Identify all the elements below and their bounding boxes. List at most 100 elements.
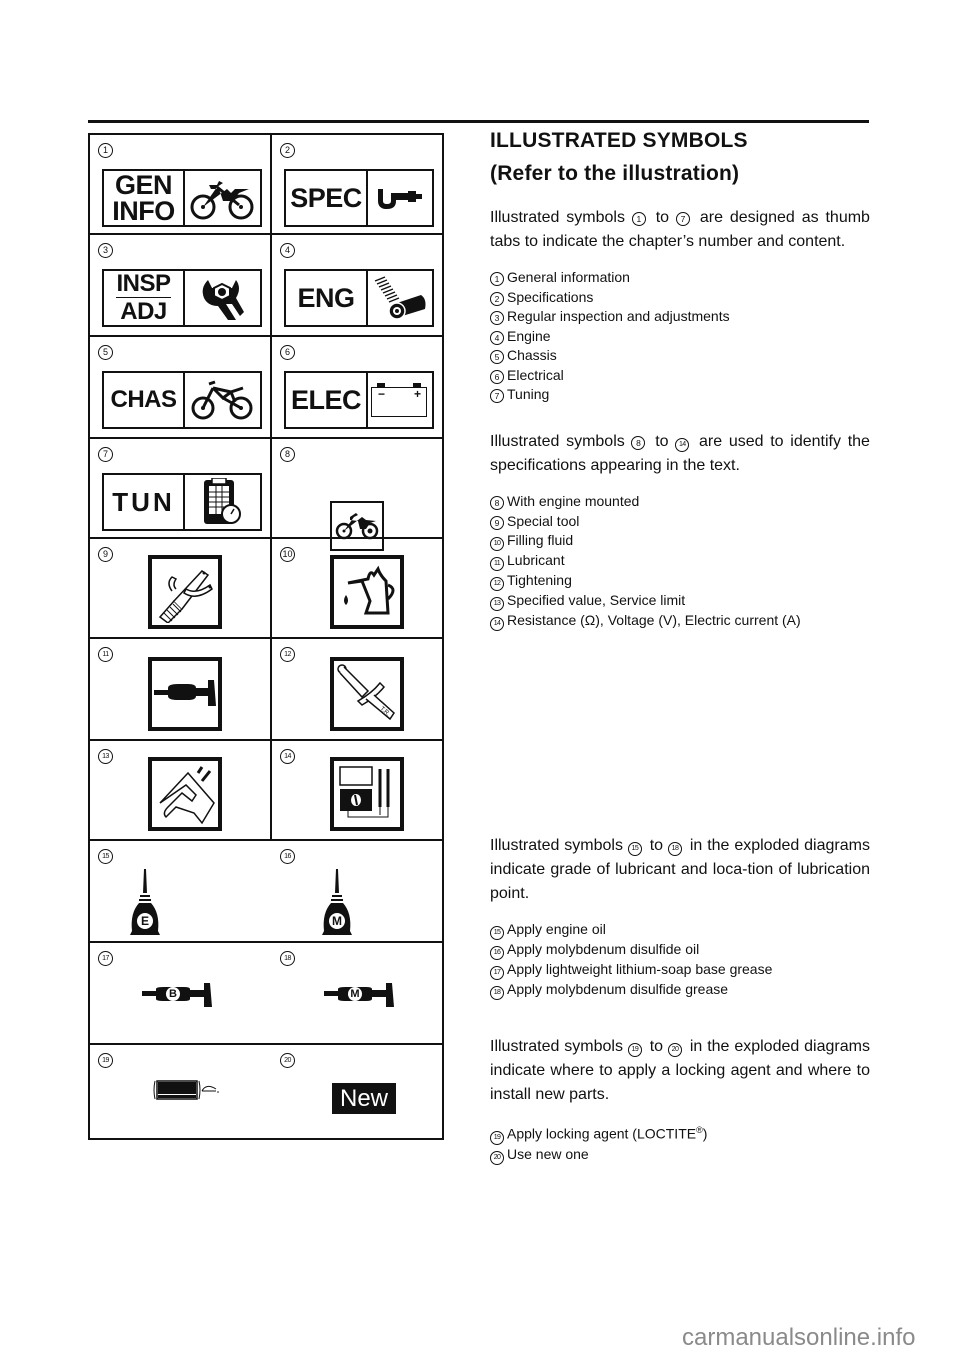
list-item: 19 Apply locking agent (LOCTITE®) <box>490 1121 870 1145</box>
symbol-number: 17 <box>98 951 113 966</box>
symbol-row: 11 12 T.R. <box>90 639 442 741</box>
section-thumb-tabs: Illustrated symbols 1 to 7 are designed … <box>490 206 870 405</box>
tab-label: SPEC <box>286 171 368 225</box>
oil-can-engine-icon: E <box>130 869 160 937</box>
oil-grade-letter: M <box>332 914 342 928</box>
section-intro: Illustrated symbols 19 to 20 in the expl… <box>490 1038 870 1103</box>
multimeter-icon <box>330 757 404 831</box>
symbol-number: 1 <box>98 143 113 158</box>
new-part-badge: New <box>332 1083 397 1114</box>
thumb-tab-tun: TUN <box>102 473 262 531</box>
heading-block: ILLUSTRATED SYMBOLS (Refer to the illust… <box>490 126 870 189</box>
tab-label: INSP <box>116 270 171 298</box>
list-item: 4 Engine <box>490 327 870 347</box>
symbol-number: 15 <box>98 849 113 864</box>
grease-moly-icon: M <box>324 981 400 1009</box>
symbol-grid: 1 GEN INFO 2 SPEC 3 INSP ADJ 4 ENG 5 CHA… <box>88 133 444 1140</box>
symbol-cell-17: 17 B <box>90 943 272 1043</box>
section-intro: Illustrated symbols 15 to 18 in the expl… <box>490 837 870 902</box>
list-item: 14 Resistance (Ω), Voltage (V), Electric … <box>490 611 870 631</box>
section-specifications: Illustrated symbols 8 to 14 are used to … <box>490 430 870 631</box>
watermark: carmanualsonline.info <box>682 1324 916 1351</box>
tab-label: TUN <box>104 475 185 529</box>
symbol-cell-12: 12 T.R. <box>272 639 442 739</box>
tab-label: INFO <box>112 196 175 226</box>
symbol-list: 19 Apply locking agent (LOCTITE®) 20 Use n… <box>490 1121 870 1165</box>
micrometer-icon <box>366 171 432 225</box>
page-title: ILLUSTRATED SYMBOLS <box>490 129 748 152</box>
symbol-row: 5 CHAS 6 ELEC − + <box>90 337 442 439</box>
symbol-number: 11 <box>98 647 113 662</box>
symbol-cell-11: 11 <box>90 639 272 739</box>
top-rule <box>88 120 869 123</box>
list-item: 13 Specified value, Service limit <box>490 591 870 611</box>
symbol-number: 12 <box>280 647 295 662</box>
symbol-cell-20: 20 New <box>272 1045 442 1138</box>
locking-agent-icon <box>152 1079 222 1101</box>
symbol-number: 16 <box>280 849 295 864</box>
symbol-cell-18: 18 M <box>272 943 442 1043</box>
thumb-tab-gen-info: GEN INFO <box>102 169 262 227</box>
thumb-tab-chas: CHAS <box>102 371 262 429</box>
thumb-tab-eng: ENG <box>284 269 434 327</box>
symbol-number: 2 <box>280 143 295 158</box>
list-item: 16 Apply molybdenum disulfide oil <box>490 940 870 960</box>
section-intro: Illustrated symbols 8 to 14 are used to … <box>490 433 870 474</box>
symbol-cell-10: 10 <box>272 539 442 637</box>
thumb-tab-insp-adj: INSP ADJ <box>102 269 262 327</box>
oil-grade-letter: E <box>140 914 149 928</box>
list-item: 9 Special tool <box>490 512 870 532</box>
filling-fluid-icon <box>330 555 404 629</box>
symbol-number: 19 <box>98 1053 113 1068</box>
symbol-cell-7: 7 TUN <box>90 439 272 537</box>
list-item: 7 Tuning <box>490 385 870 405</box>
symbol-cell-4: 4 ENG <box>272 235 442 335</box>
battery-minus: − <box>378 387 386 401</box>
list-item: 20 Use new one <box>490 1145 870 1165</box>
thumb-tab-elec: ELEC − + <box>284 371 434 429</box>
special-tool-icon <box>148 555 222 629</box>
page-subtitle: (Refer to the illustration) <box>490 162 740 185</box>
section-intro: Illustrated symbols 1 to 7 are designed … <box>490 209 870 250</box>
symbol-cell-5: 5 CHAS <box>90 337 272 437</box>
symbol-cell-13: 13 <box>90 741 272 839</box>
symbol-cell-6: 6 ELEC − + <box>272 337 442 437</box>
symbol-row: 9 10 <box>90 539 442 639</box>
motorcycle-frame-icon <box>184 373 260 427</box>
symbol-cell-9: 9 <box>90 539 272 637</box>
clipboard-stopwatch-icon <box>184 475 260 529</box>
section-locking-new: Illustrated symbols 19 to 20 in the expl… <box>490 1035 870 1165</box>
symbol-number: 10 <box>280 547 295 562</box>
tab-label: GEN <box>114 170 173 200</box>
list-item: 8 With engine mounted <box>490 492 870 512</box>
list-item: 15 Apply engine oil <box>490 920 870 940</box>
torque-wrench-icon: T.R. <box>330 657 404 731</box>
list-item: 17 Apply lightweight lithium-soap base gr… <box>490 960 870 980</box>
symbol-number: 4 <box>280 243 295 258</box>
symbol-number: 7 <box>98 447 113 462</box>
symbol-number: 14 <box>280 749 295 764</box>
list-item: 10 Filling fluid <box>490 531 870 551</box>
oil-can-moly-icon: M <box>322 869 352 937</box>
lubricant-icon <box>148 657 222 731</box>
list-item: 12 Tightening <box>490 571 870 591</box>
symbol-list: 15 Apply engine oil 16 Apply molybdenum di… <box>490 920 870 1000</box>
battery-plus: + <box>413 387 421 401</box>
symbol-number: 8 <box>280 447 295 462</box>
symbol-cell-14: 14 <box>272 741 442 839</box>
symbol-number: 13 <box>98 749 113 764</box>
symbol-cell-16: 16 M <box>272 841 442 941</box>
list-item: 18 Apply molybdenum disulfide grease <box>490 980 870 1000</box>
symbol-cell-19: 19 <box>90 1045 272 1138</box>
thumb-tab-spec: SPEC <box>284 169 434 227</box>
symbol-number: 3 <box>98 243 113 258</box>
symbol-row: 3 INSP ADJ 4 ENG <box>90 235 442 337</box>
symbol-cell-15: 15 E <box>90 841 272 941</box>
engine-cylinder-icon <box>366 271 432 325</box>
symbol-cell-3: 3 INSP ADJ <box>90 235 272 335</box>
symbol-number: 6 <box>280 345 295 360</box>
grease-grade-letter: B <box>169 988 177 1000</box>
caliper-icon <box>148 757 222 831</box>
symbol-number: 5 <box>98 345 113 360</box>
tab-label: ELEC <box>286 373 368 427</box>
